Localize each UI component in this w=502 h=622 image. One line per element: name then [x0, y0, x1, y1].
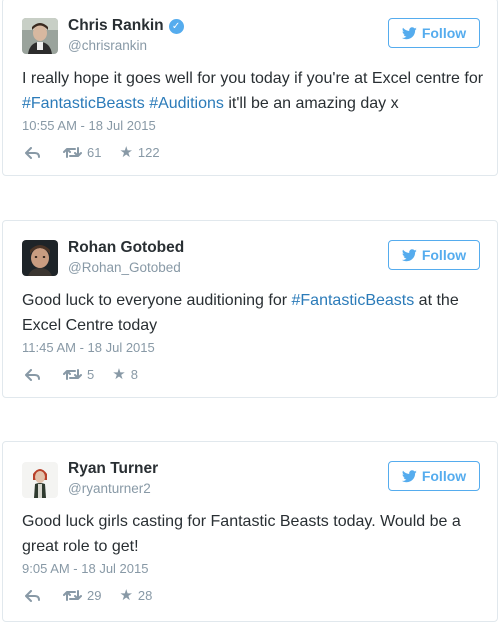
- hashtag-link[interactable]: #FantasticBeasts: [292, 292, 415, 309]
- tweet-timestamp[interactable]: 10:55 AM - 18 Jul 2015: [22, 118, 156, 133]
- display-name-text: Chris Rankin: [68, 17, 164, 34]
- avatar[interactable]: [22, 462, 58, 498]
- tweet-actions: 61 ★ 122: [25, 145, 160, 160]
- retweet-count: 29: [87, 588, 102, 603]
- tweet-text-segment: Good luck to everyone auditioning for: [22, 292, 292, 309]
- display-name[interactable]: Ryan Turner: [68, 460, 158, 478]
- like-button[interactable]: ★ 122: [119, 145, 159, 160]
- twitter-bird-icon: [401, 26, 417, 39]
- retweet-icon: [63, 369, 82, 380]
- like-button[interactable]: ★ 8: [112, 367, 138, 382]
- tweet-actions: 5 ★ 8: [25, 367, 138, 382]
- twitter-bird-icon: [401, 248, 417, 261]
- user-handle[interactable]: @ryanturner2: [68, 481, 151, 496]
- star-icon: ★: [119, 144, 133, 161]
- display-name-text: Rohan Gotobed: [68, 239, 185, 256]
- tweet-text: Good luck to everyone auditioning for #F…: [22, 288, 484, 338]
- avatar[interactable]: [22, 18, 58, 54]
- tweet-text: I really hope it goes well for you today…: [22, 66, 484, 116]
- tweet-text: Good luck girls casting for Fantastic Be…: [22, 509, 484, 559]
- tweet-card: Ryan Turner @ryanturner2 Follow Good luc…: [2, 441, 498, 622]
- tweet-card: Rohan Gotobed @Rohan_Gotobed Follow Good…: [2, 220, 498, 398]
- retweet-icon: [63, 147, 82, 158]
- retweet-count: 5: [87, 367, 95, 382]
- reply-icon: [25, 589, 40, 602]
- hashtag-link[interactable]: #FantasticBeasts: [22, 95, 145, 112]
- follow-button[interactable]: Follow: [388, 240, 480, 270]
- verified-check-icon: ✓: [168, 18, 184, 34]
- reply-button[interactable]: [25, 589, 41, 602]
- like-count: 28: [137, 588, 153, 603]
- tweet-timestamp[interactable]: 9:05 AM - 18 Jul 2015: [22, 561, 148, 576]
- retweet-button[interactable]: 5: [63, 367, 94, 382]
- hashtag-link[interactable]: #Auditions: [149, 95, 224, 112]
- follow-button-label: Follow: [421, 247, 467, 263]
- reply-icon: [25, 368, 40, 381]
- display-name-text: Ryan Turner: [68, 460, 159, 477]
- tweet-text-segment: it'll be an amazing day x: [223, 95, 399, 112]
- star-icon: ★: [119, 587, 133, 604]
- tweet-text-segment: I really hope it goes well for you today…: [22, 70, 484, 87]
- twitter-bird-icon: [401, 469, 417, 482]
- retweet-count: 61: [87, 145, 102, 160]
- retweet-button[interactable]: 61: [63, 145, 101, 160]
- reply-button[interactable]: [25, 368, 41, 381]
- follow-button[interactable]: Follow: [388, 461, 480, 491]
- reply-button[interactable]: [25, 146, 41, 159]
- retweet-button[interactable]: 29: [63, 588, 101, 603]
- follow-button[interactable]: Follow: [388, 18, 480, 48]
- follow-button-label: Follow: [421, 468, 467, 484]
- display-name[interactable]: Chris Rankin ✓: [68, 17, 184, 35]
- user-handle[interactable]: @chrisrankin: [68, 38, 147, 53]
- tweet-text-segment: Good luck girls casting for Fantastic Be…: [22, 513, 461, 555]
- avatar[interactable]: [22, 240, 58, 276]
- user-handle[interactable]: @Rohan_Gotobed: [68, 260, 181, 275]
- retweet-icon: [63, 590, 82, 601]
- display-name[interactable]: Rohan Gotobed: [68, 239, 184, 257]
- tweet-timestamp[interactable]: 11:45 AM - 18 Jul 2015: [22, 340, 155, 355]
- like-count: 8: [130, 367, 138, 382]
- star-icon: ★: [112, 366, 126, 383]
- reply-icon: [25, 146, 40, 159]
- like-count: 122: [137, 145, 160, 160]
- tweet-actions: 29 ★ 28: [25, 588, 152, 603]
- tweet-card: Chris Rankin ✓ @chrisrankin Follow I rea…: [2, 0, 498, 176]
- like-button[interactable]: ★ 28: [119, 588, 152, 603]
- follow-button-label: Follow: [421, 25, 467, 41]
